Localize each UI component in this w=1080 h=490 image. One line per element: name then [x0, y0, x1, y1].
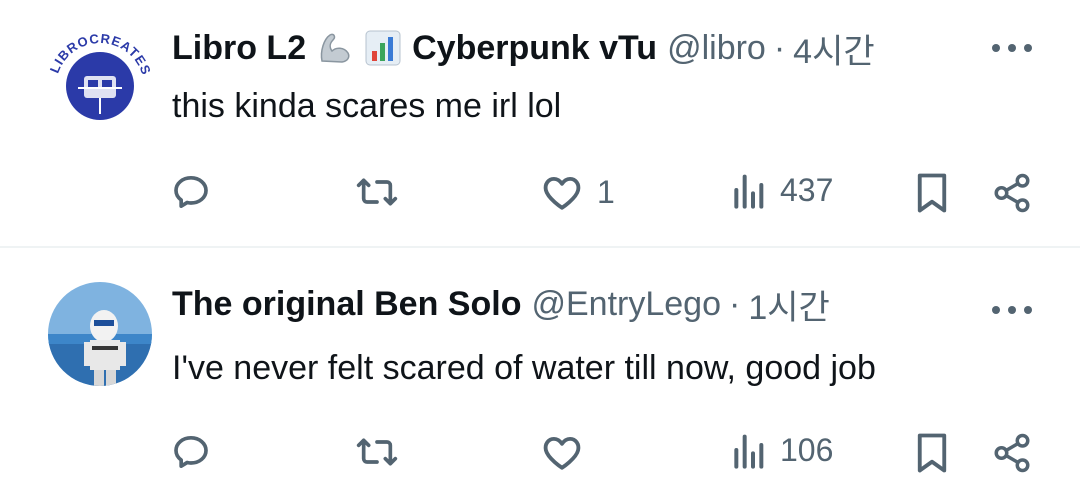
flexed-biceps-icon	[316, 29, 354, 67]
views-button[interactable]: 106	[730, 430, 833, 470]
timestamp[interactable]: 1시간	[748, 282, 829, 327]
views-icon	[734, 174, 764, 209]
tweet-actions: 1 437	[0, 162, 1080, 222]
tweet-text: this kinda scares me irl lol	[172, 87, 562, 125]
reply-button[interactable]	[171, 172, 211, 212]
retweet-button[interactable]	[355, 172, 399, 212]
tweet-header: The original Ben Solo @EntryLego · 1시간	[172, 282, 984, 327]
bar-chart-icon	[364, 29, 402, 67]
retweet-icon	[356, 438, 398, 466]
like-button[interactable]	[541, 432, 583, 472]
bookmark-icon	[917, 173, 947, 213]
share-button[interactable]	[990, 432, 1034, 474]
display-name[interactable]: Libro L2	[172, 29, 306, 68]
share-icon	[994, 173, 1030, 213]
like-count: 1	[597, 173, 615, 210]
tweet-text: I've never felt scared of water till now…	[172, 349, 876, 387]
tweet-actions: 106	[0, 422, 1080, 482]
like-button[interactable]: 1	[541, 172, 615, 212]
heart-icon	[543, 176, 581, 210]
more-icon[interactable]	[992, 33, 1032, 63]
view-count: 437	[780, 171, 834, 208]
timestamp[interactable]: 4시간	[793, 26, 874, 71]
more-icon[interactable]	[992, 295, 1032, 325]
display-name-continued[interactable]: Cyberpunk vTu	[412, 29, 657, 68]
share-icon	[994, 433, 1030, 473]
view-count: 106	[780, 431, 834, 468]
retweet-icon	[356, 178, 398, 206]
bookmark-button[interactable]	[914, 172, 950, 214]
bookmark-button[interactable]	[914, 432, 950, 474]
avatar[interactable]: LIBROCREATES	[48, 28, 152, 132]
heart-icon	[543, 436, 581, 470]
avatar[interactable]	[48, 282, 152, 386]
tweet-header: Libro L2 Cyberpunk vTu @libro · 4시간	[172, 26, 984, 71]
share-button[interactable]	[990, 172, 1034, 214]
reply-icon	[174, 176, 208, 209]
separator: ·	[773, 28, 786, 67]
separator: ·	[728, 284, 741, 323]
reply-button[interactable]	[171, 432, 211, 472]
display-name[interactable]: The original Ben Solo	[172, 285, 521, 324]
retweet-button[interactable]	[355, 432, 399, 472]
reply-icon	[174, 436, 208, 468]
views-button[interactable]: 437	[730, 170, 833, 210]
bookmark-icon	[917, 433, 947, 473]
tweet[interactable]: LIBROCREATES Libro L2 Cyberpunk vTu @lib…	[0, 0, 1080, 246]
user-handle[interactable]: @EntryLego	[531, 285, 721, 324]
user-handle[interactable]: @libro	[667, 29, 766, 68]
tweet[interactable]: The original Ben Solo @EntryLego · 1시간 I…	[0, 248, 1080, 490]
views-icon	[734, 434, 764, 469]
